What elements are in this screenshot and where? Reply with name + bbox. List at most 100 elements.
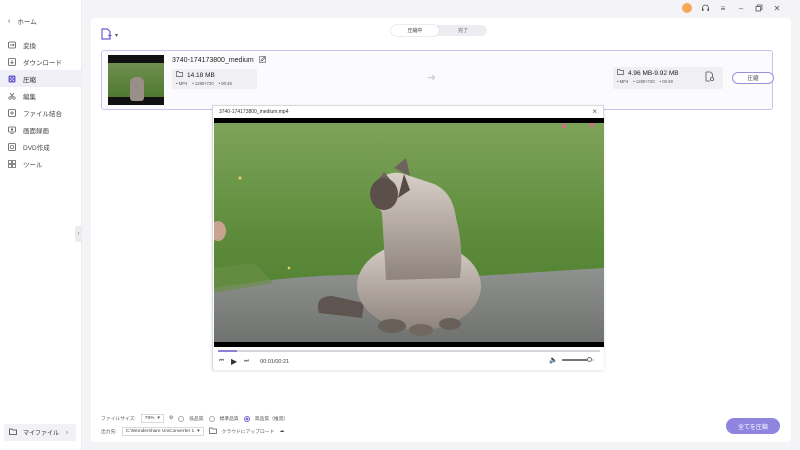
avatar[interactable] [682,3,692,13]
close-icon[interactable]: ✕ [772,3,782,13]
meta-format: • MP4 [617,79,629,84]
quality-high-radio[interactable] [243,415,250,422]
source-size: 14.18 MB [187,71,215,79]
meta-resolution: • 1280×720 [633,79,655,84]
quality-standard-label: 標準品質 [219,417,239,422]
file-name: 3740-174173800_medium [172,57,254,64]
sidebar-item-label: DVD作成 [23,144,50,152]
add-file-button[interactable]: ▾ [101,28,118,42]
target-info: 4.96 MB-9.92 MB • MP4 • 1280×720 • 00:48 [613,67,723,89]
home-link[interactable]: ‹ ホーム [8,16,37,27]
meta-resolution: • 1280×720 [192,81,214,86]
source-meta: • MP4 • 1280×720 • 00:48 [176,81,232,86]
dvd-icon [8,142,16,151]
menu-icon[interactable]: ≡ [718,3,728,13]
quality-standard-radio[interactable] [208,415,215,422]
restore-icon[interactable] [754,3,764,13]
minimize-icon[interactable]: – [736,3,746,13]
previous-frame-icon[interactable]: ⏮ [219,358,224,365]
volume-slider[interactable] [562,357,594,362]
cloud-upload-icon[interactable]: ☁ [279,429,284,434]
open-folder-icon[interactable] [208,427,217,436]
target-meta: • MP4 • 1280×720 • 00:48 [617,79,673,84]
compress-panel: ▾ 圧縮中 完了 3740-174173800_medium 14.18 MB … [91,18,791,442]
sidebar-item-label: 編集 [23,93,36,101]
sidebar-item-label: 圧縮 [23,76,36,84]
volume-control: 🔈 [549,356,594,364]
output-path-select[interactable]: C:\Wondershare UniConverter 1 ▾ [121,427,204,436]
output-label: 出力先: [101,430,117,435]
thumbnail-cat [130,77,144,101]
status-tabs: 圧縮中 完了 [391,25,487,36]
sidebar-item-tools[interactable]: ツール [0,155,82,172]
quality-low-label: 低品質 [189,417,204,422]
video-preview-window: 3740-174173800_medium.mp4 × ⏮ ▶ ⏭ 00:01/… [212,105,604,370]
cloud-upload-label[interactable]: クラウドにアップロード [222,428,275,435]
quality-high-label: 高品質（推奨） [254,417,289,422]
title-bar-controls: ≡ – ✕ [682,2,782,14]
sidebar-item-label: 画面録画 [23,127,49,135]
sidebar-collapse-toggle[interactable]: ‹ [75,226,82,242]
sidebar-item-label: 変換 [23,42,36,50]
filesize-value: 79% [144,416,155,421]
sidebar-nav: 変換 ダウンロード 圧縮 編集 ファイル結合 画面録画 DVD作成 ツール [0,36,82,172]
my-files-label: マイファイル [23,431,60,437]
arrow-right-icon: ➜ [427,72,437,84]
compression-settings-icon[interactable] [705,71,715,84]
playback-progress-bar[interactable] [218,350,600,352]
sidebar-item-record[interactable]: 画面録画 [0,121,82,138]
volume-fill [562,359,590,361]
sidebar-item-edit[interactable]: 編集 [0,87,82,104]
main-area: ≡ – ✕ ▾ 圧縮中 完了 3740-174173800_medium 14.… [82,0,800,450]
compress-button[interactable]: 圧縮 [732,72,774,84]
video-frame [214,118,604,347]
filesize-select[interactable]: 79% ▾ [140,414,164,423]
record-icon [8,126,16,134]
merge-icon [8,108,16,117]
folder-icon [617,69,624,77]
chevron-down-icon: ▾ [197,429,200,434]
sidebar-item-download[interactable]: ダウンロード [0,53,82,70]
folder-icon [176,71,183,79]
progress-fill [218,350,238,352]
chevron-right-icon: › [66,429,68,436]
filesize-label: ファイルサイズ: [101,417,136,422]
preview-title: 3740-174173800_medium.mp4 [219,109,289,115]
sidebar: ‹ ホーム 変換 ダウンロード 圧縮 編集 ファイル結合 画面録画 DVD作成 … [0,0,82,450]
target-size: 4.96 MB-9.92 MB [628,69,679,77]
meta-duration: • 00:48 [659,79,673,84]
quality-low-radio[interactable] [178,415,185,422]
download-icon [8,57,16,66]
settings-icon[interactable]: ⚙ [169,416,173,421]
meta-format: • MP4 [176,81,188,86]
home-label: ホーム [17,19,37,26]
sidebar-item-convert[interactable]: 変換 [0,36,82,53]
output-path: C:\Wondershare UniConverter 1 [125,429,195,434]
sidebar-item-compress[interactable]: 圧縮 [0,70,82,87]
output-row: 出力先: C:\Wondershare UniConverter 1 ▾ クラウ… [101,427,284,436]
convert-icon [8,41,16,49]
tools-icon [8,159,16,168]
filesize-row: ファイルサイズ: 79% ▾ ⚙ 低品質 標準品質 高品質（推奨） [101,414,288,423]
chevron-down-icon: ▾ [157,416,160,421]
sidebar-item-dvd[interactable]: DVD作成 [0,138,82,155]
compress-all-button[interactable]: 全てを圧縮 [726,418,780,434]
support-icon[interactable] [700,3,710,13]
folder-icon [9,428,17,437]
video-image [214,118,604,347]
volume-knob[interactable] [586,357,592,362]
tab-compressing[interactable]: 圧縮中 [391,25,439,36]
file-item-card[interactable]: 3740-174173800_medium 14.18 MB • MP4 • 1… [101,50,774,110]
play-icon[interactable]: ▶ [231,357,237,366]
tab-finished[interactable]: 完了 [439,25,487,36]
sidebar-item-merge[interactable]: ファイル結合 [0,104,82,121]
player-controls: ⏮ ▶ ⏭ 00:01/00:21 🔈 [214,348,604,370]
close-icon[interactable]: × [592,107,597,116]
compress-icon [8,75,16,83]
chevron-left-icon: ‹ [77,231,80,237]
next-frame-icon[interactable]: ⏭ [244,358,249,365]
volume-icon[interactable]: 🔈 [549,356,558,364]
rename-icon[interactable] [258,56,266,65]
playback-buttons: ⏮ ▶ ⏭ 00:01/00:21 [219,357,289,366]
my-files-button[interactable]: マイファイル › [4,424,76,441]
